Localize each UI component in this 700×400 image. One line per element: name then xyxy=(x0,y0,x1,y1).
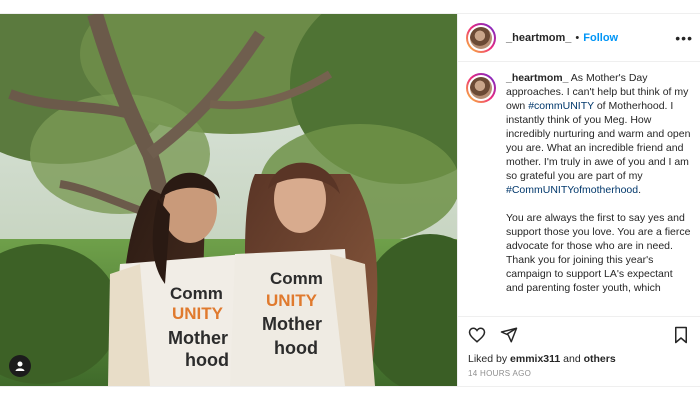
heart-icon[interactable] xyxy=(468,326,486,344)
separator-dot: • xyxy=(575,31,580,44)
caption-username[interactable]: _heartmom_ xyxy=(506,72,568,84)
post-caption: _heartmom_ As Mother's Day approaches. I… xyxy=(506,71,692,316)
follow-button[interactable]: Follow xyxy=(583,32,618,44)
bookmark-icon[interactable] xyxy=(672,326,690,344)
post-sidebar: _heartmom_ • Follow ••• _heartmom_ As Mo… xyxy=(457,14,700,386)
post-timestamp[interactable]: 14 HOURS AGO xyxy=(458,365,700,378)
photo-illustration: Comm UNITY Mother hood Comm UNITY Mother… xyxy=(0,14,457,386)
shirt-text-left-4: hood xyxy=(185,350,229,370)
action-icons xyxy=(458,317,700,347)
caption-text-1c: . xyxy=(638,184,642,196)
caption-area: _heartmom_ As Mother's Day approaches. I… xyxy=(458,63,700,316)
shirt-text-left-3: Mother xyxy=(168,328,228,348)
post-header: _heartmom_ • Follow ••• xyxy=(458,14,700,62)
hashtag-community-of-motherhood[interactable]: #CommUNITYofmotherhood xyxy=(506,184,638,196)
likes-prefix: Liked by xyxy=(468,353,511,365)
liked-by-user[interactable]: emmix311 xyxy=(510,353,560,365)
shirt-text-right-1: Comm xyxy=(270,269,323,288)
shirt-text-right-4: hood xyxy=(274,338,318,358)
caption-text-1b: of Motherhood. I instantly think of you … xyxy=(506,100,691,182)
instagram-post: Comm UNITY Mother hood Comm UNITY Mother… xyxy=(0,0,700,400)
shirt-text-right-2: UNITY xyxy=(266,291,318,310)
caption-text-2: You are always the first to say yes and … xyxy=(506,212,691,294)
tag-user-icon[interactable] xyxy=(9,355,31,377)
caption-avatar[interactable] xyxy=(466,73,496,103)
shirt-text-right-3: Mother xyxy=(262,314,322,334)
author-username[interactable]: _heartmom_ xyxy=(506,32,571,44)
share-icon[interactable] xyxy=(500,326,518,344)
post-photo[interactable]: Comm UNITY Mother hood Comm UNITY Mother… xyxy=(0,14,457,386)
likes-and: and xyxy=(560,353,584,365)
more-horizontal-icon[interactable]: ••• xyxy=(675,30,693,46)
shirt-text-left-2: UNITY xyxy=(172,304,224,323)
avatar[interactable] xyxy=(466,22,496,53)
hashtag-community[interactable]: #commUNITY xyxy=(528,100,594,112)
likes-line: Liked by emmix311 and others xyxy=(458,347,700,365)
post-actions: Liked by emmix311 and others 14 HOURS AG… xyxy=(458,316,700,387)
likes-others-link[interactable]: others xyxy=(584,353,616,365)
bottom-divider xyxy=(0,386,700,387)
shirt-text-left-1: Comm xyxy=(170,284,223,303)
